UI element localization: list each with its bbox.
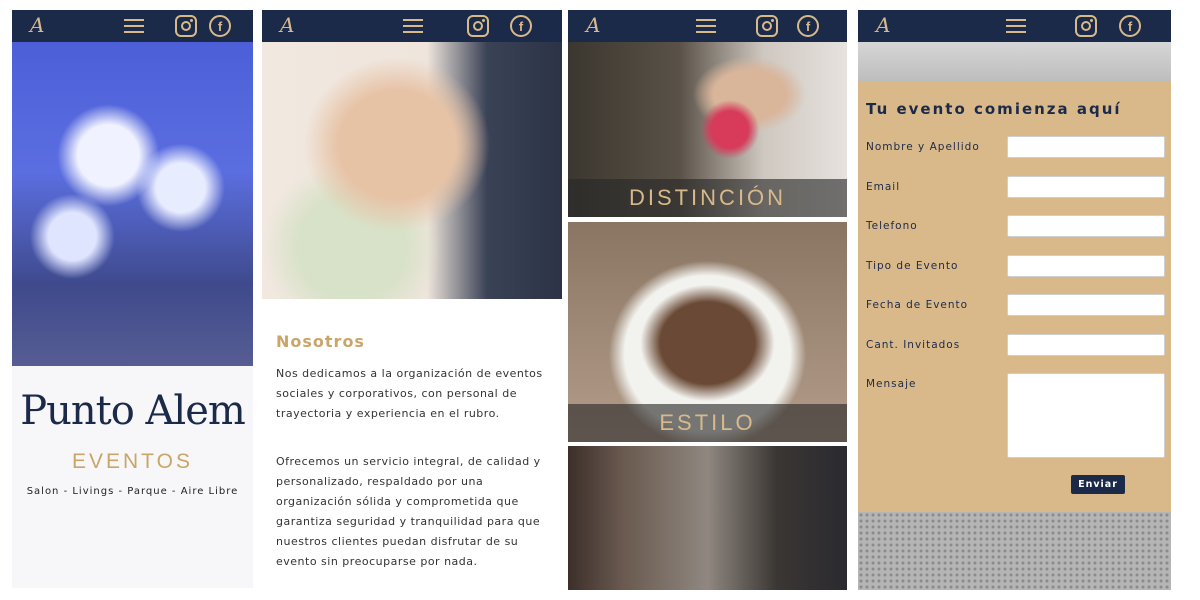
facebook-icon[interactable]: f (209, 15, 231, 37)
brand-subtitle: EVENTOS (72, 450, 193, 473)
phone-field[interactable] (1007, 215, 1165, 237)
top-navbar: A f (858, 10, 1171, 42)
caption-distincion: DISTINCIÓN (568, 179, 847, 217)
background-ceiling (858, 42, 1171, 82)
screen-about: A f Nosotros Nos dedicamos a la organiza… (262, 10, 562, 600)
instagram-icon[interactable] (175, 15, 197, 37)
form-title: Tu evento comienza aquí (866, 100, 1122, 118)
event-type-field[interactable] (1007, 255, 1165, 277)
screen-home: A f Punto Alem EVENTOS Salon - Livings -… (12, 10, 253, 588)
instagram-icon[interactable] (756, 15, 778, 37)
wedding-hands-image (262, 42, 562, 299)
message-textarea[interactable] (1007, 373, 1165, 458)
facebook-icon[interactable]: f (797, 15, 819, 37)
instagram-icon[interactable] (467, 15, 489, 37)
guests-label: Cant. Invitados (866, 339, 961, 351)
logo-icon[interactable]: A (280, 13, 294, 37)
top-navbar: A f (12, 10, 253, 42)
flowers-hero-image (12, 42, 253, 366)
logo-icon[interactable]: A (876, 13, 890, 37)
guests-field[interactable] (1007, 334, 1165, 356)
facebook-icon[interactable]: f (1119, 15, 1141, 37)
email-field[interactable] (1007, 176, 1165, 198)
about-heading: Nosotros (276, 332, 365, 351)
name-label: Nombre y Apellido (866, 141, 980, 153)
menu-icon[interactable] (1006, 19, 1026, 33)
menu-icon[interactable] (403, 19, 423, 33)
email-label: Email (866, 181, 901, 193)
facebook-icon[interactable]: f (510, 15, 532, 37)
about-paragraph-2: Ofrecemos un servicio integral, de calid… (276, 455, 541, 568)
event-date-field[interactable] (1007, 294, 1165, 316)
name-field[interactable] (1007, 136, 1165, 158)
about-paragraph-1: Nos dedicamos a la organización de event… (276, 367, 543, 420)
chefs-kitchen-image (568, 446, 847, 590)
phone-label: Telefono (866, 220, 918, 232)
background-floor (858, 512, 1171, 590)
logo-icon[interactable]: A (30, 13, 44, 37)
event-type-label: Tipo de Evento (866, 260, 959, 272)
logo-icon[interactable]: A (586, 13, 600, 37)
top-navbar: A f (262, 10, 562, 42)
top-navbar: A f (568, 10, 847, 42)
message-label: Mensaje (866, 378, 917, 390)
screen-contact-form: A f Tu evento comienza aquí Nombre y Ape… (858, 10, 1171, 590)
menu-icon[interactable] (696, 19, 716, 33)
menu-icon[interactable] (124, 19, 144, 33)
event-date-label: Fecha de Evento (866, 299, 969, 311)
caption-estilo: ESTILO (568, 404, 847, 442)
instagram-icon[interactable] (1075, 15, 1097, 37)
submit-button[interactable]: Enviar (1071, 475, 1125, 494)
screen-gallery: A f DISTINCIÓN ESTILO (568, 10, 847, 590)
venue-tags: Salon - Livings - Parque - Aire Libre (26, 486, 239, 497)
brand-title: Punto Alem (20, 388, 246, 434)
